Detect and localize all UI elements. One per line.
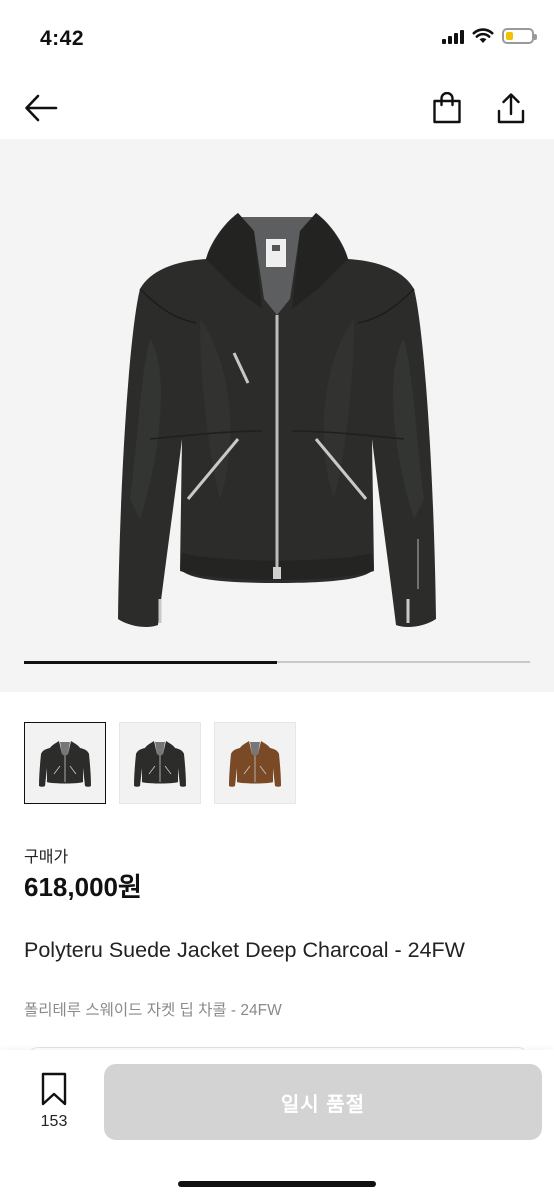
- carousel-progress-fill: [24, 660, 277, 664]
- home-indicator: [178, 1181, 376, 1187]
- price-label: 구매가: [24, 849, 69, 866]
- shopping-bag-icon: [433, 92, 461, 124]
- cart-button[interactable]: [425, 86, 469, 130]
- price-value: 618,000원: [24, 872, 142, 902]
- thumbnail-list: [24, 722, 296, 804]
- wishlist-button[interactable]: 153: [26, 1072, 82, 1131]
- status-bar: 4:42: [0, 0, 554, 80]
- status-time: 4:42: [40, 27, 85, 50]
- arrow-left-icon: [25, 94, 58, 122]
- back-button[interactable]: [19, 86, 63, 130]
- status-icons: [442, 28, 537, 44]
- share-icon: [497, 93, 525, 124]
- product-title-ko: 폴리테루 스웨이드 자켓 딥 차콜 - 24FW: [24, 1002, 282, 1019]
- thumbnail-1[interactable]: [24, 722, 106, 804]
- bookmark-icon: [41, 1072, 67, 1106]
- carousel-progress-track: [24, 660, 530, 664]
- top-navigation: [0, 80, 554, 138]
- battery-level: [506, 32, 513, 40]
- thumbnail-2[interactable]: [119, 722, 201, 804]
- wishlist-count: 153: [40, 1113, 68, 1130]
- product-photo-jacket: [118, 213, 436, 627]
- product-title-en: Polyteru Suede Jacket Deep Charcoal - 24…: [24, 938, 465, 962]
- bottom-action-bar: 153 일시 품절: [0, 1050, 554, 1200]
- thumbnail-jacket-image: [229, 741, 281, 787]
- sold-out-button[interactable]: 일시 품절: [104, 1064, 542, 1140]
- thumbnail-3[interactable]: [214, 722, 296, 804]
- thumbnail-jacket-image: [39, 741, 91, 787]
- wifi-icon: [472, 28, 494, 43]
- product-image-carousel[interactable]: [0, 139, 554, 692]
- share-button[interactable]: [489, 86, 533, 130]
- cellular-signal-icon: [442, 28, 464, 44]
- battery-icon: [502, 28, 537, 44]
- thumbnail-jacket-image: [134, 741, 186, 787]
